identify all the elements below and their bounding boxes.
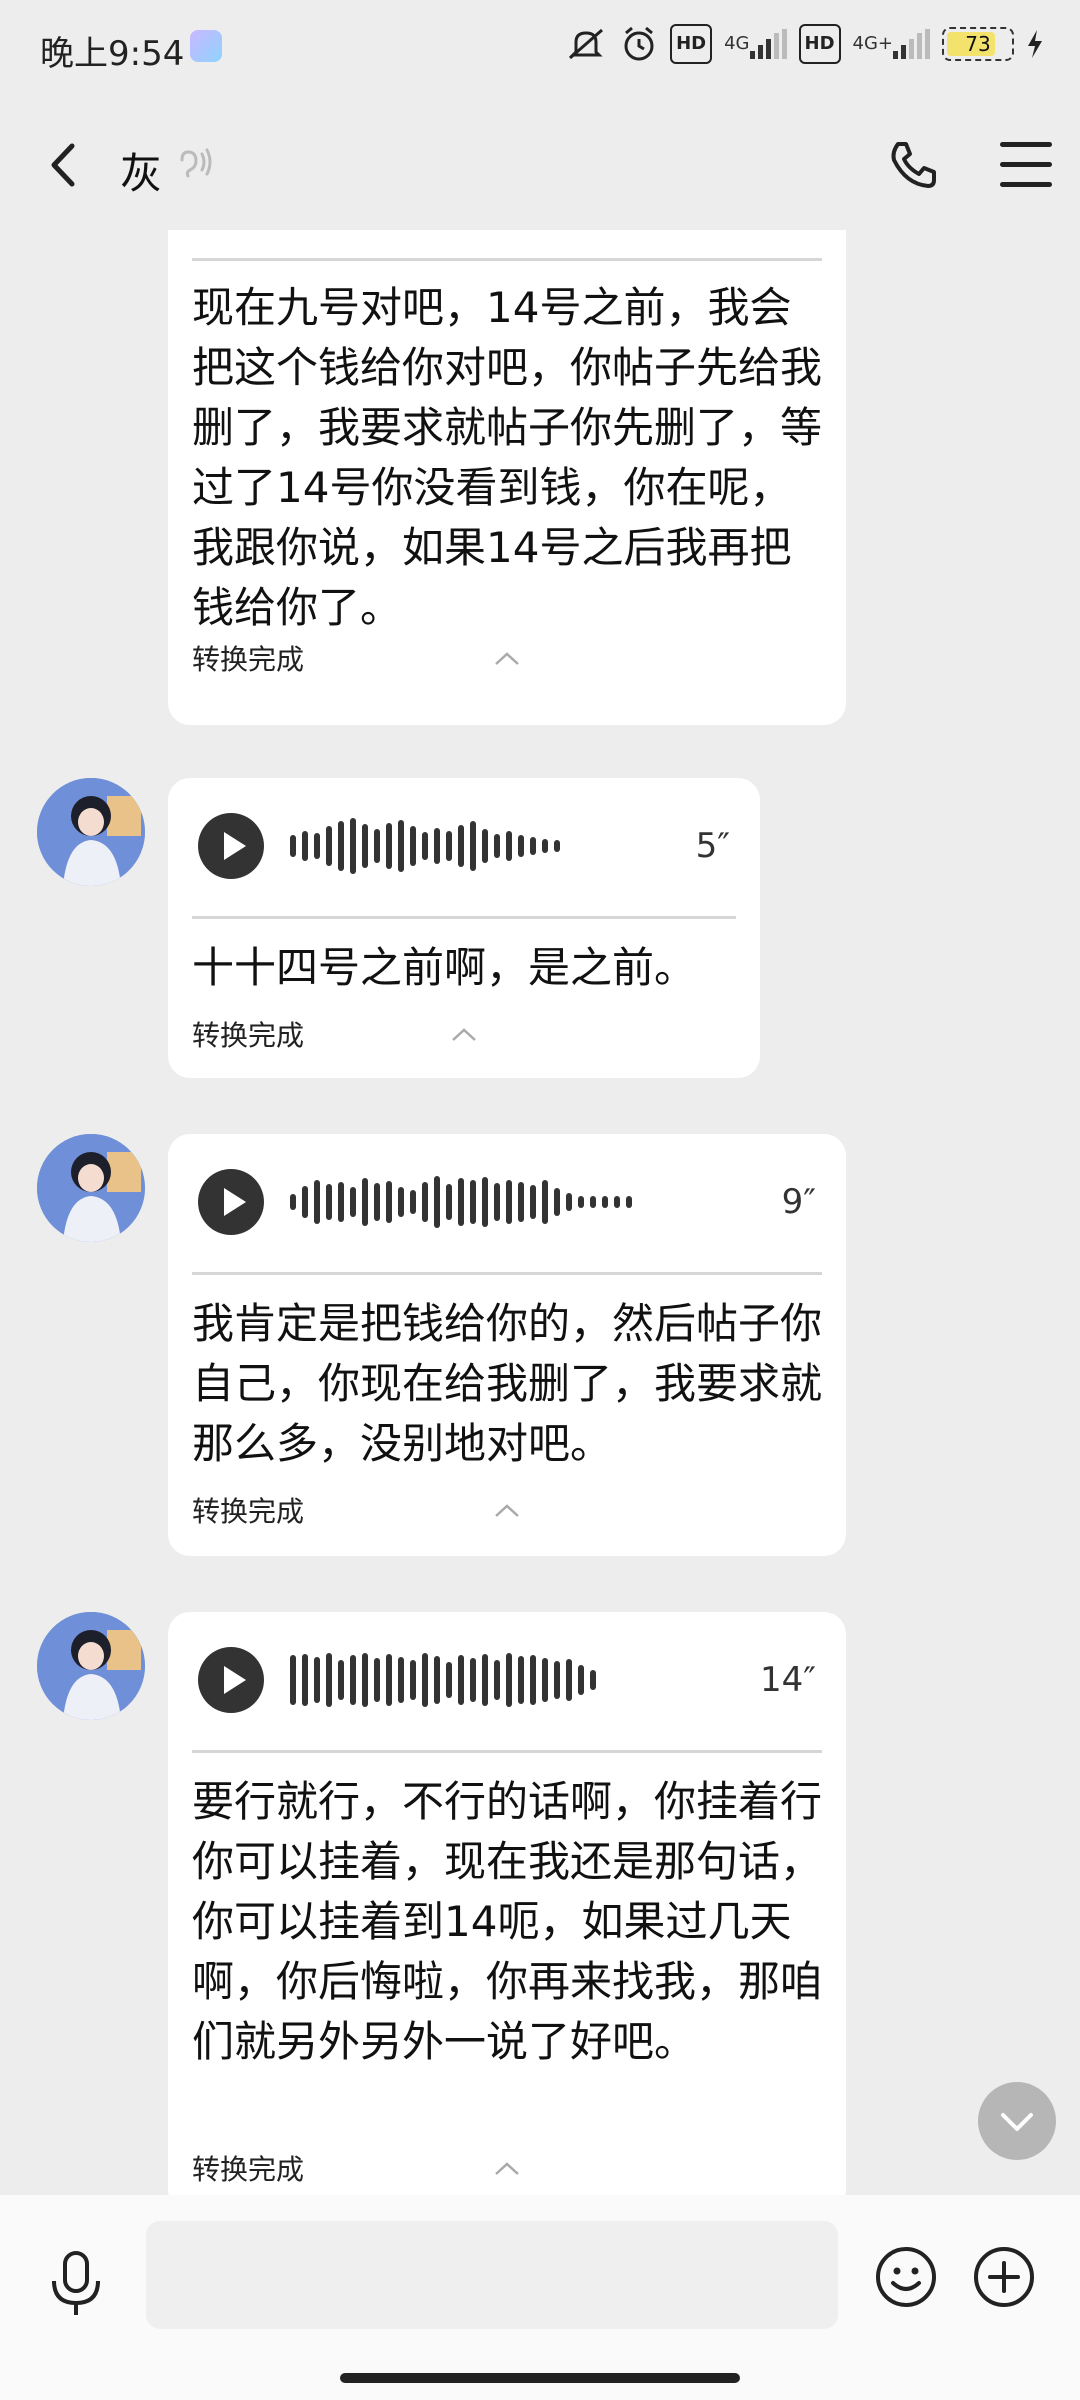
play-icon[interactable] [198,813,264,879]
waveform [290,1172,632,1232]
play-icon[interactable] [198,1647,264,1713]
ear-icon [176,144,216,184]
status-icons: HD 4G HD 4G+ 73 [564,24,1044,64]
chevron-up-icon[interactable] [494,1498,520,1524]
waveform [290,1650,596,1710]
scroll-to-bottom-button[interactable] [978,2082,1056,2160]
signal-icon [749,29,787,59]
input-bar [0,2195,1080,2400]
message-bubble-voice[interactable]: 9″ 我肯定是把钱给你的，然后帖子你自己，你现在给我删了，我要求就那么多，没别地… [168,1134,846,1556]
signal-2: 4G+ [853,26,930,62]
divider [192,916,736,919]
battery-level: 73 [965,32,991,56]
transcript-status: 转换完成 [192,1019,305,1052]
battery-icon: 73 [942,27,1014,61]
voice-transcript: 现在九号对吧，14号之前，我会把这个钱给你对吧，你帖子先给我删了，我要求就帖子你… [192,283,823,632]
avatar[interactable] [37,778,145,886]
message-input[interactable] [146,2221,838,2329]
smiley-icon[interactable] [874,2245,938,2309]
voice-player: 14″ [198,1642,816,1718]
divider [192,1750,822,1753]
transcript-status: 转换完成 [192,2153,305,2186]
voice-transcript: 十十四号之前啊，是之前。 [192,943,697,992]
voice-duration: 9″ [781,1182,816,1222]
chevron-up-icon[interactable] [494,2156,520,2182]
voice-transcript: 要行就行，不行的话啊，你挂着行你可以挂着，现在我还是那句话，你可以挂着到14呃，… [192,1777,823,2066]
voice-player: 5″ [198,808,730,884]
hd-badge-2: HD [798,24,841,64]
chevron-left-icon[interactable] [40,140,90,190]
network-type: 4G [724,33,750,54]
avatar[interactable] [37,1612,145,1720]
app-notification-icon [190,30,222,62]
message-bubble-voice[interactable]: 14″ 要行就行，不行的话啊，你挂着行你可以挂着，现在我还是那句话，你可以挂着到… [168,1612,846,2195]
phone-icon[interactable] [886,138,940,192]
divider [192,258,822,261]
home-indicator [340,2373,740,2383]
network-type-2: 4G+ [852,33,893,54]
voice-duration: 5″ [695,826,730,866]
microphone-icon[interactable] [44,2249,108,2319]
status-bar: 晚上9:54 HD 4G HD 4G+ 73 [0,0,1080,100]
hd-badge: HD [670,24,713,64]
play-icon[interactable] [198,1169,264,1235]
voice-duration: 14″ [760,1660,816,1700]
menu-icon[interactable] [1000,142,1052,188]
message-bubble-voice[interactable]: 5″ 十十四号之前啊，是之前。 转换完成 [168,778,760,1078]
message-bubble-voice[interactable]: 现在九号对吧，14号之前，我会把这个钱给你对吧，你帖子先给我删了，我要求就帖子你… [168,230,846,725]
chevron-up-icon[interactable] [494,646,520,672]
signal-icon-2 [893,29,930,59]
chevron-down-icon [1001,2113,1033,2131]
divider [192,1272,822,1275]
chat-title[interactable]: 灰 [120,140,162,201]
avatar[interactable] [37,1134,145,1242]
voice-transcript: 我肯定是把钱给你的，然后帖子你自己，你现在给我删了，我要求就那么多，没别地对吧。 [192,1299,823,1468]
signal-1: 4G [724,26,787,62]
plus-circle-icon[interactable] [972,2245,1036,2309]
chat-header: 灰 [0,100,1080,230]
mute-icon [564,26,608,62]
chevron-up-icon[interactable] [451,1022,477,1048]
voice-player: 9″ [198,1164,816,1240]
waveform [290,816,560,876]
transcript-status: 转换完成 [192,643,305,676]
charging-icon [1026,26,1044,62]
message-list[interactable]: 现在九号对吧，14号之前，我会把这个钱给你对吧，你帖子先给我删了，我要求就帖子你… [0,230,1080,2195]
alarm-icon [620,26,658,62]
status-time: 晚上9:54 [40,34,185,74]
transcript-status: 转换完成 [192,1495,305,1528]
